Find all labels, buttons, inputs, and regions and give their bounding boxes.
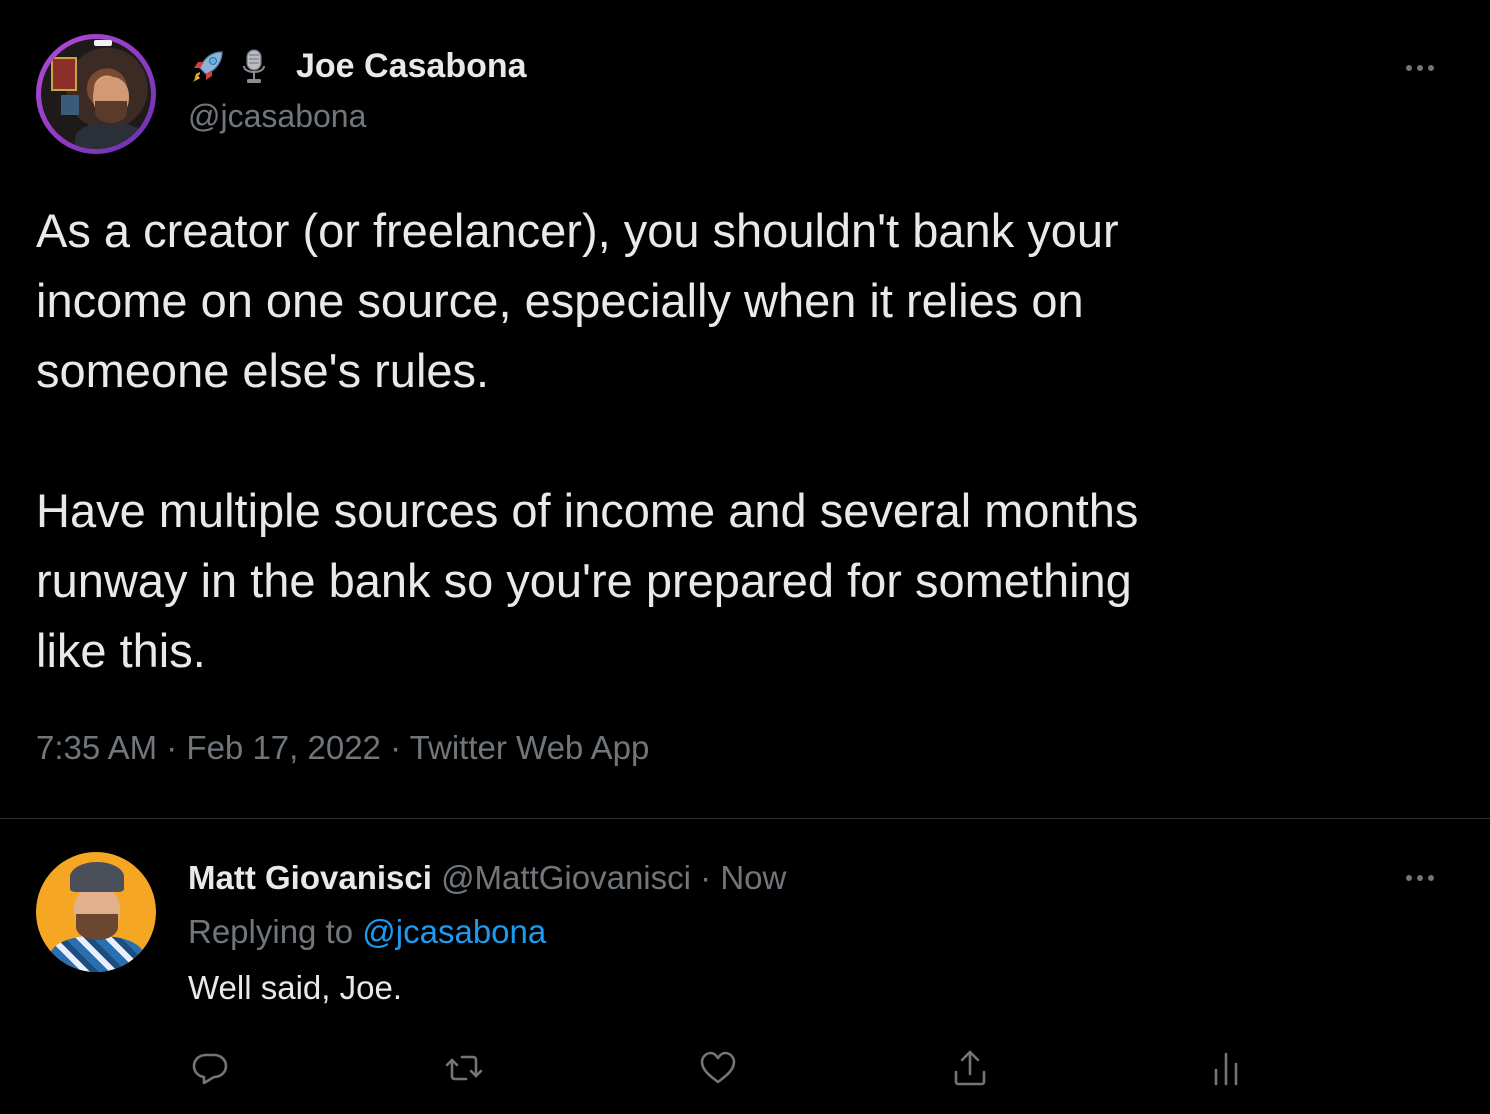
replying-to-line: Replying to @jcasabona — [188, 910, 546, 954]
tweet-line: like this. — [36, 624, 206, 677]
tweet-line: As a creator (or freelancer), you should… — [36, 204, 1119, 257]
tweet-paragraph: As a creator (or freelancer), you should… — [36, 196, 1436, 406]
reply-author-name[interactable]: Matt Giovanisci — [188, 859, 432, 896]
analytics-icon — [1214, 1052, 1238, 1086]
reply-time[interactable]: Now — [720, 859, 786, 896]
rocket-icon — [193, 51, 223, 82]
replying-to-mention[interactable]: @jcasabona — [362, 913, 546, 950]
reply-icon — [192, 1053, 228, 1085]
reply-more-options-icon[interactable] — [1398, 866, 1442, 890]
tweet-line: runway in the bank so you're prepared fo… — [36, 554, 1132, 607]
like-button[interactable] — [694, 1044, 742, 1092]
reply-button[interactable] — [186, 1044, 234, 1092]
name-emojis — [188, 44, 274, 88]
main-tweet-text: As a creator (or freelancer), you should… — [36, 196, 1436, 686]
share-button[interactable] — [946, 1044, 994, 1092]
share-icon — [954, 1050, 986, 1086]
tweet-metadata: 7:35 AM · Feb 17, 2022 · Twitter Web App — [36, 726, 649, 770]
replying-to-prefix: Replying to — [188, 913, 354, 950]
tweet-line: Have multiple sources of income and seve… — [36, 484, 1139, 537]
tweet-source[interactable]: Twitter Web App — [410, 729, 650, 766]
main-author-name[interactable]: Joe Casabona — [296, 44, 527, 88]
tweet-line: income on one source, especially when it… — [36, 274, 1084, 327]
main-more-options-icon[interactable] — [1398, 56, 1442, 80]
thread-divider — [0, 818, 1490, 819]
meta-separator: · — [390, 729, 402, 766]
analytics-button[interactable] — [1202, 1044, 1250, 1092]
joe-casabona-avatar[interactable] — [36, 34, 156, 154]
main-author-handle[interactable]: @jcasabona — [188, 96, 366, 136]
tweet-line: someone else's rules. — [36, 344, 490, 397]
retweet-icon — [445, 1055, 483, 1081]
tweet-time[interactable]: 7:35 AM — [36, 729, 157, 766]
tweet-date[interactable]: Feb 17, 2022 — [186, 729, 381, 766]
tweet-thread-page: Joe Casabona @jcasabona As a creator (or… — [0, 0, 1490, 1114]
microphone-icon — [243, 49, 265, 83]
reply-separator: · — [700, 859, 712, 896]
matt-giovanisci-avatar[interactable] — [36, 852, 156, 972]
meta-separator: · — [166, 729, 178, 766]
like-icon — [700, 1051, 736, 1084]
retweet-button[interactable] — [440, 1044, 488, 1092]
reply-author-handle[interactable]: @MattGiovanisci — [441, 859, 691, 896]
reply-text: Well said, Joe. — [188, 969, 402, 1006]
tweet-paragraph: Have multiple sources of income and seve… — [36, 476, 1436, 686]
reply-header: Matt Giovanisci @MattGiovanisci · Now — [188, 856, 786, 900]
